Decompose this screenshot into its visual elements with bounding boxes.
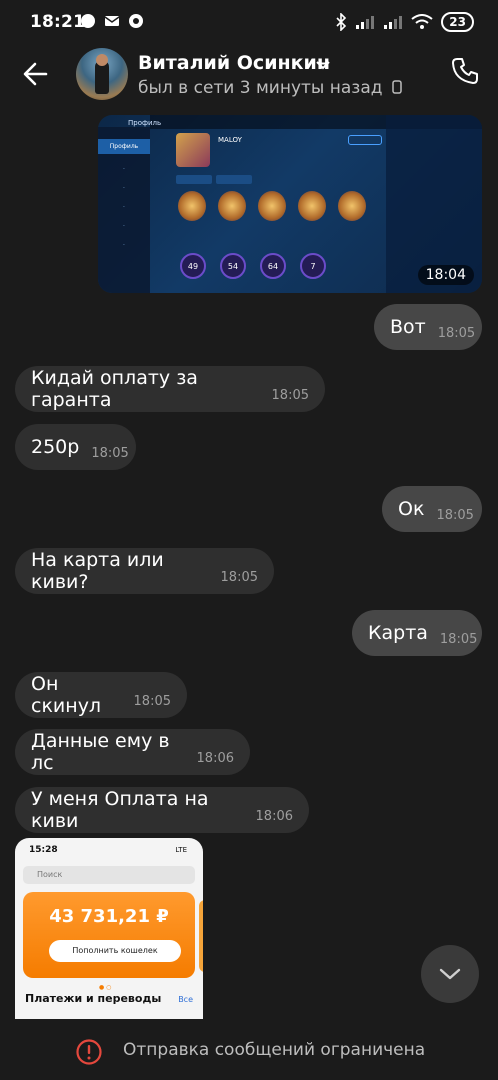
chevron-down-icon bbox=[439, 968, 461, 980]
message-time: 18:05 bbox=[437, 325, 476, 341]
game-stat: 64 bbox=[260, 253, 286, 279]
message-bubble-incoming[interactable]: У меня Оплата на киви 18:06 bbox=[15, 787, 309, 833]
message-time: 18:05 bbox=[439, 631, 478, 647]
chevron-down-icon[interactable] bbox=[316, 60, 330, 70]
status-time: 18:21 bbox=[30, 12, 86, 32]
message-text: Ок bbox=[398, 498, 425, 520]
game-profile-header: Профиль bbox=[128, 119, 162, 127]
qiwi-network: LTE bbox=[175, 846, 187, 854]
message-text: Он скинул bbox=[31, 673, 102, 717]
message-bubble-outgoing[interactable]: Ок 18:05 bbox=[382, 486, 482, 532]
game-rank-medals bbox=[178, 191, 366, 221]
message-time: 18:05 bbox=[133, 693, 171, 709]
game-stats: 49 54 64 7 bbox=[180, 253, 326, 279]
message-bubble-incoming[interactable]: 250р 18:05 bbox=[15, 424, 136, 470]
qiwi-all-link: Все bbox=[178, 995, 193, 1004]
battery-indicator: 23 bbox=[441, 12, 474, 32]
phone-icon bbox=[452, 58, 478, 84]
qiwi-screenshot-image[interactable]: 15:28 LTE Поиск 43 731,21 ₽ Пополнить ко… bbox=[15, 838, 203, 1019]
message-text: У меня Оплата на киви bbox=[31, 788, 209, 832]
status-bar: 18:21 23 bbox=[0, 0, 498, 44]
qiwi-balance: 43 731,21 ₽ bbox=[49, 906, 169, 927]
status-right: 23 bbox=[335, 12, 474, 32]
message-bubble-outgoing[interactable]: Вот 18:05 bbox=[374, 304, 482, 350]
arrow-left-icon bbox=[23, 62, 48, 86]
qiwi-balance-card: 43 731,21 ₽ Пополнить кошелек bbox=[23, 892, 195, 978]
call-button[interactable] bbox=[450, 56, 480, 86]
message-text: Данные ему в лс bbox=[31, 730, 170, 774]
message-time: 18:05 bbox=[436, 507, 474, 523]
message-bubble-incoming[interactable]: Данные ему в лс 18:06 bbox=[15, 729, 250, 775]
qiwi-time: 15:28 bbox=[29, 845, 58, 855]
game-stat: 7 bbox=[300, 253, 326, 279]
message-time: 18:05 bbox=[271, 387, 309, 403]
contact-name[interactable]: Виталий Осинкин bbox=[138, 52, 330, 74]
chat-icon bbox=[80, 13, 96, 29]
message-time: 18:06 bbox=[196, 750, 234, 766]
message-text: Карта bbox=[368, 622, 428, 644]
message-bubble-incoming[interactable]: Он скинул 18:05 bbox=[15, 672, 187, 718]
message-time: 18:05 bbox=[220, 569, 258, 585]
contact-status-text: был в сети 3 минуты назад bbox=[138, 78, 383, 98]
message-bubble-outgoing[interactable]: Карта 18:05 bbox=[352, 610, 482, 656]
qiwi-search: Поиск bbox=[23, 866, 195, 884]
warning-icon bbox=[76, 1039, 102, 1065]
mobile-icon bbox=[392, 80, 402, 94]
game-sidebar-item: Профиль bbox=[98, 139, 150, 154]
chat-header: Виталий Осинкин был в сети 3 минуты наза… bbox=[0, 44, 498, 108]
avatar[interactable] bbox=[76, 48, 128, 100]
bluetooth-icon bbox=[336, 13, 347, 31]
qiwi-topup-button: Пополнить кошелек bbox=[49, 940, 181, 962]
message-text: Кидай оплату за гаранта bbox=[31, 367, 198, 411]
game-screenshot-image[interactable]: Профиль Профиль · · · · · MALOY 49 54 64… bbox=[98, 115, 482, 293]
image-timestamp: 18:04 bbox=[417, 265, 474, 285]
game-stat: 54 bbox=[220, 253, 246, 279]
message-bubble-incoming[interactable]: Кидай оплату за гаранта 18:05 bbox=[15, 366, 325, 412]
message-time: 18:05 bbox=[91, 445, 129, 461]
contact-status: был в сети 3 минуты назад bbox=[138, 78, 402, 98]
message-text: Вот bbox=[390, 316, 426, 338]
game-stat: 49 bbox=[180, 253, 206, 279]
back-button[interactable] bbox=[20, 58, 52, 90]
wifi-icon bbox=[411, 14, 433, 29]
signal-2-icon bbox=[384, 16, 403, 29]
game-hero-portrait bbox=[176, 133, 210, 167]
game-sidebar: Профиль · · · · · bbox=[98, 127, 150, 293]
messaging-restricted-text: Отправка сообщений ограничена bbox=[123, 1040, 426, 1060]
game-player-name: MALOY bbox=[218, 136, 242, 144]
signal-icon bbox=[356, 16, 375, 29]
message-time: 18:06 bbox=[255, 808, 293, 824]
message-text: На карта или киви? bbox=[31, 549, 164, 593]
qiwi-section-title: Платежи и переводы bbox=[25, 992, 162, 1005]
mail-icon bbox=[104, 13, 120, 29]
scroll-down-button[interactable] bbox=[421, 945, 479, 1003]
message-text: 250р bbox=[31, 436, 80, 458]
composer-bar: Отправка сообщений ограничена bbox=[0, 1019, 498, 1080]
notification-icons bbox=[80, 13, 144, 29]
message-bubble-incoming[interactable]: На карта или киви? 18:05 bbox=[15, 548, 274, 594]
qiwi-search-placeholder: Поиск bbox=[37, 870, 63, 879]
message-icon bbox=[128, 13, 144, 29]
